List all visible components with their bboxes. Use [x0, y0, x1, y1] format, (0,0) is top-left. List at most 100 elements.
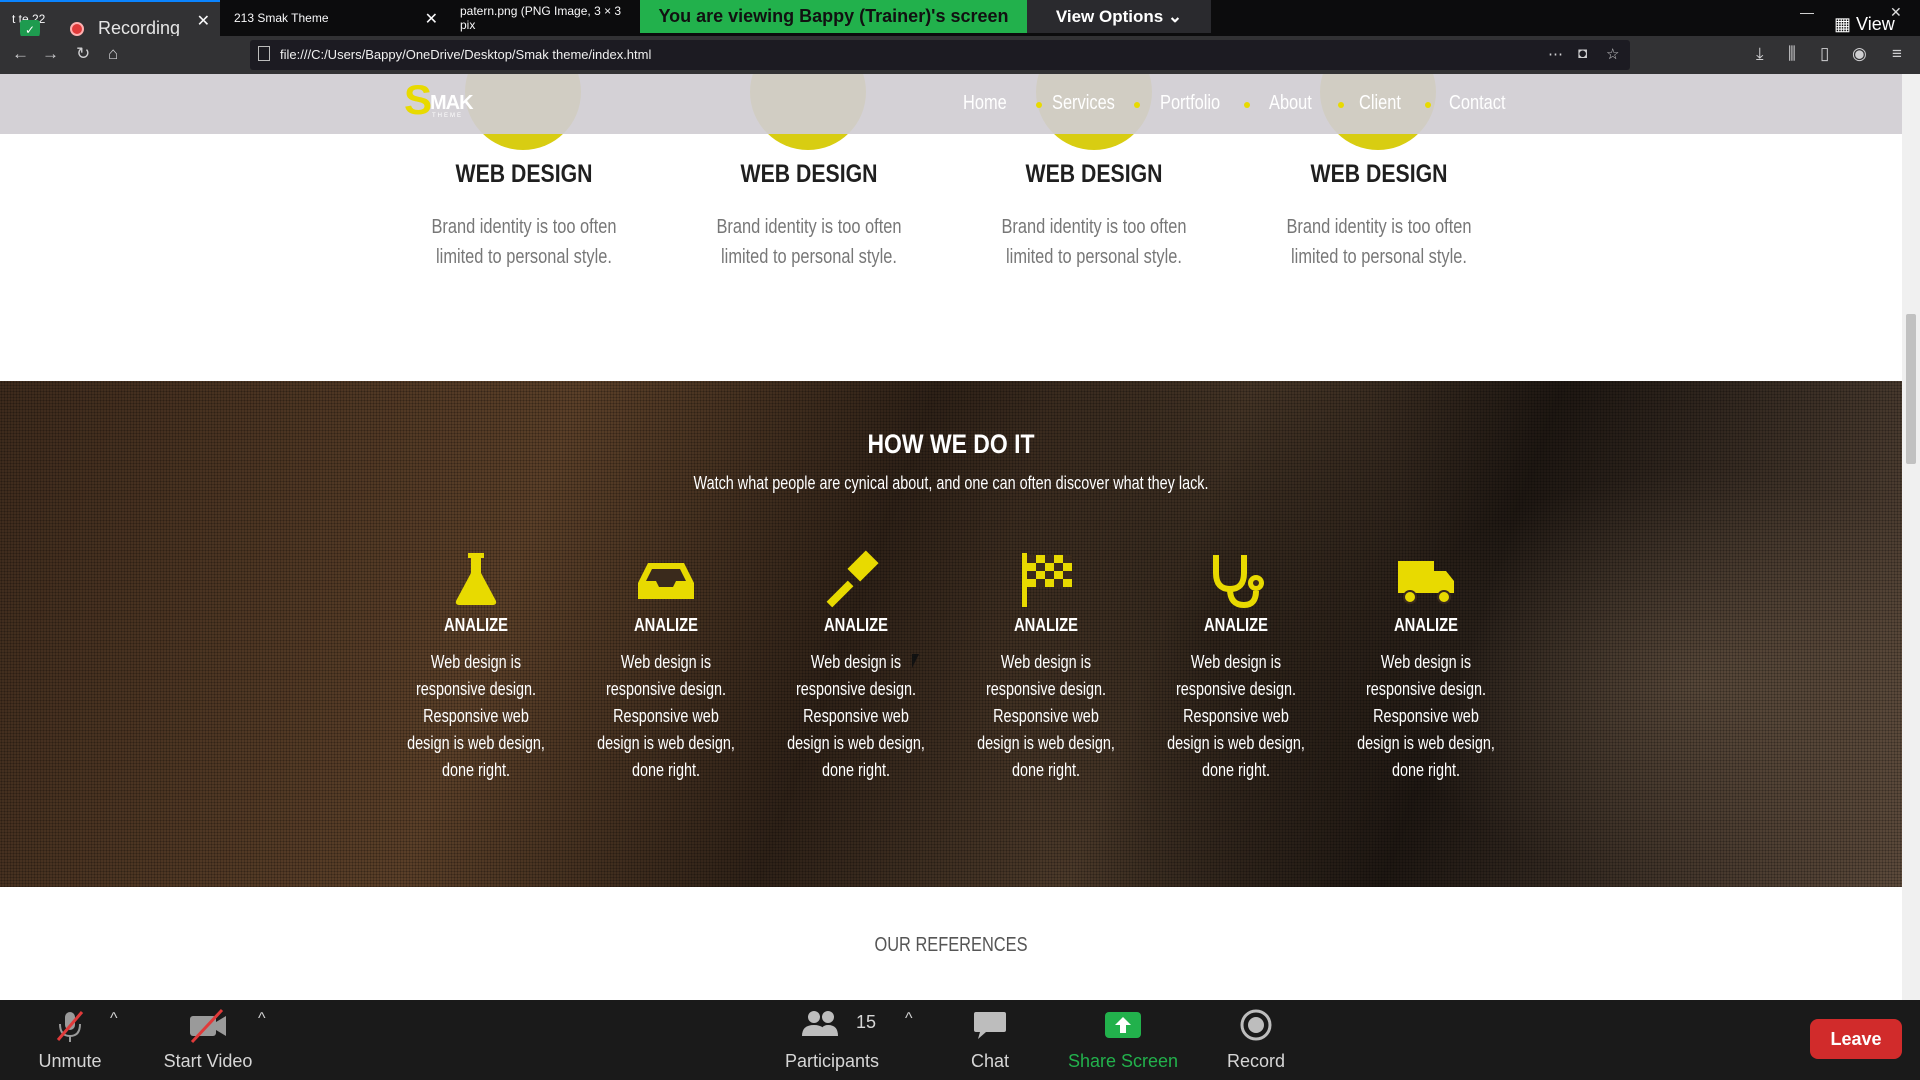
site-header [0, 74, 1902, 134]
logo-subtext: THEME [432, 113, 463, 119]
audio-options-caret-icon[interactable]: ^ [110, 1010, 118, 1028]
truck-icon [1398, 561, 1454, 604]
page-icon [258, 46, 270, 61]
url-text[interactable]: file:///C:/Users/Bappy/OneDrive/Desktop/… [280, 47, 651, 62]
microphone-muted-icon [56, 1011, 84, 1042]
web-page: S MAK THEME Home Services Portfolio Abou… [0, 74, 1902, 1000]
nav-separator-dot [1244, 102, 1250, 108]
record-label: Record [1226, 1051, 1286, 1071]
participants-label: Participants [784, 1051, 880, 1071]
leave-meeting-button[interactable]: Leave [1810, 1019, 1902, 1059]
feature-title: ANALIZE [634, 615, 698, 635]
mouse-cursor-icon [912, 654, 919, 668]
reload-icon[interactable]: ↻ [76, 44, 90, 64]
share-screen-label: Share Screen [1067, 1051, 1179, 1071]
feature-text: Web design is responsive design. Respons… [787, 652, 925, 780]
unmute-button[interactable]: Unmute [20, 1000, 120, 1080]
feature-text: Web design is responsive design. Respons… [1357, 652, 1495, 780]
record-button[interactable]: Record [1216, 1000, 1296, 1080]
stethoscope-icon [1213, 555, 1264, 609]
share-screen-button[interactable]: Share Screen [1060, 1000, 1186, 1080]
browser-tab-3[interactable]: patern.png (PNG Image, 3 × 3 pix [448, 0, 638, 36]
download-icon[interactable]: ⤓ [1756, 44, 1764, 64]
feature-text: Web design is responsive design. Respons… [1167, 652, 1305, 780]
scrollbar-thumb[interactable] [1906, 314, 1916, 464]
nav-link-portfolio[interactable]: Portfolio [1160, 92, 1220, 115]
nav-link-home[interactable]: Home [963, 92, 1007, 115]
service-text: Brand identity is too often limited to p… [431, 216, 617, 268]
account-icon[interactable]: ◉ [1852, 44, 1867, 64]
service-text: Brand identity is too often limited to p… [1286, 216, 1472, 268]
close-tab-icon[interactable]: ✕ [197, 11, 210, 31]
nav-separator-dot [1425, 102, 1431, 108]
forward-icon[interactable]: → [42, 44, 59, 64]
browser-tab-2[interactable]: 213 Smak Theme ✕ [222, 0, 448, 36]
pocket-icon[interactable]: ◘ [1578, 45, 1587, 62]
inbox-icon [638, 563, 694, 599]
flask-icon [455, 553, 497, 605]
how-we-do-it-section: HOW WE DO IT Watch what people are cynic… [0, 381, 1902, 887]
chat-button[interactable]: Chat [950, 1000, 1030, 1080]
feature-title: ANALIZE [1394, 615, 1458, 635]
tab-label: 213 Smak Theme [234, 11, 329, 25]
close-tab-icon[interactable]: ✕ [425, 9, 438, 29]
menu-icon[interactable]: ≡ [1892, 44, 1902, 64]
flag-checkered-icon [1022, 553, 1072, 607]
start-video-label: Start Video [163, 1051, 253, 1071]
nav-separator-dot [1134, 102, 1140, 108]
video-options-caret-icon[interactable]: ^ [258, 1010, 266, 1028]
page-scrollbar[interactable] [1902, 74, 1920, 1000]
logo-letter: S [404, 76, 433, 123]
service-title: WEB DESIGN [1025, 160, 1163, 188]
feature-text: Web design is responsive design. Respons… [977, 652, 1115, 780]
feature-title: ANALIZE [1204, 615, 1268, 635]
sidebar-icon[interactable]: ▯ [1820, 44, 1829, 64]
start-video-button[interactable]: Start Video [150, 1000, 266, 1080]
home-icon[interactable]: ⌂ [108, 44, 118, 64]
browser-tab-bar: t te 22 ✕ ✓ Recording 213 Smak Theme ✕ p… [0, 0, 1920, 42]
nav-link-contact[interactable]: Contact [1449, 92, 1506, 115]
section-title: HOW WE DO IT [867, 429, 1035, 459]
view-button[interactable]: ▦ View [1834, 14, 1895, 35]
url-bar[interactable]: file:///C:/Users/Bappy/OneDrive/Desktop/… [250, 40, 1630, 70]
service-title: WEB DESIGN [740, 160, 878, 188]
feature-title: ANALIZE [444, 615, 508, 635]
feature-title: ANALIZE [1014, 615, 1078, 635]
record-icon [1240, 1009, 1272, 1041]
feature-text: Web design is responsive design. Respons… [597, 652, 735, 780]
nav-separator-dot [1036, 102, 1042, 108]
back-icon[interactable]: ← [12, 44, 29, 64]
nav-link-client[interactable]: Client [1359, 92, 1401, 115]
logo-text: MAK [430, 92, 474, 114]
nav-link-services[interactable]: Services [1052, 92, 1115, 115]
site-logo[interactable]: S MAK THEME [404, 76, 504, 124]
gavel-icon [826, 550, 879, 608]
browser-nav-bar: ← → ↻ ⌂ file:///C:/Users/Bappy/OneDrive/… [0, 36, 1920, 74]
participants-icon [802, 1011, 838, 1036]
nav-link-about[interactable]: About [1269, 92, 1312, 115]
feature-title: ANALIZE [824, 615, 888, 635]
nav-separator-dot [1338, 102, 1344, 108]
service-title: WEB DESIGN [455, 160, 593, 188]
section-subtitle: Watch what people are cynical about, and… [693, 473, 1209, 493]
chat-label: Chat [970, 1051, 1010, 1071]
minimize-icon[interactable]: — [1800, 4, 1814, 20]
share-screen-icon [1105, 1012, 1141, 1038]
service-text: Brand identity is too often limited to p… [716, 216, 902, 268]
participants-button[interactable]: 15 Participants [772, 1000, 892, 1080]
view-options-button[interactable]: View Options ⌄ [1027, 0, 1211, 33]
unmute-label: Unmute [38, 1051, 102, 1071]
more-actions-icon[interactable]: ⋯ [1548, 45, 1563, 63]
feature-text: Web design is responsive design. Respons… [407, 652, 545, 780]
library-icon[interactable]: ⫼ [1788, 44, 1796, 64]
grid-icon: ▦ [1834, 14, 1852, 34]
video-off-icon [190, 1008, 226, 1044]
references-title: OUR REFERENCES [874, 934, 1028, 956]
participants-caret-icon[interactable]: ^ [905, 1010, 913, 1028]
chat-icon [974, 1012, 1006, 1039]
participants-count: 15 [856, 1012, 877, 1032]
view-label: View [1856, 14, 1895, 34]
service-text: Brand identity is too often limited to p… [1001, 216, 1187, 268]
bookmark-star-icon[interactable]: ☆ [1606, 45, 1619, 63]
service-title: WEB DESIGN [1310, 160, 1448, 188]
